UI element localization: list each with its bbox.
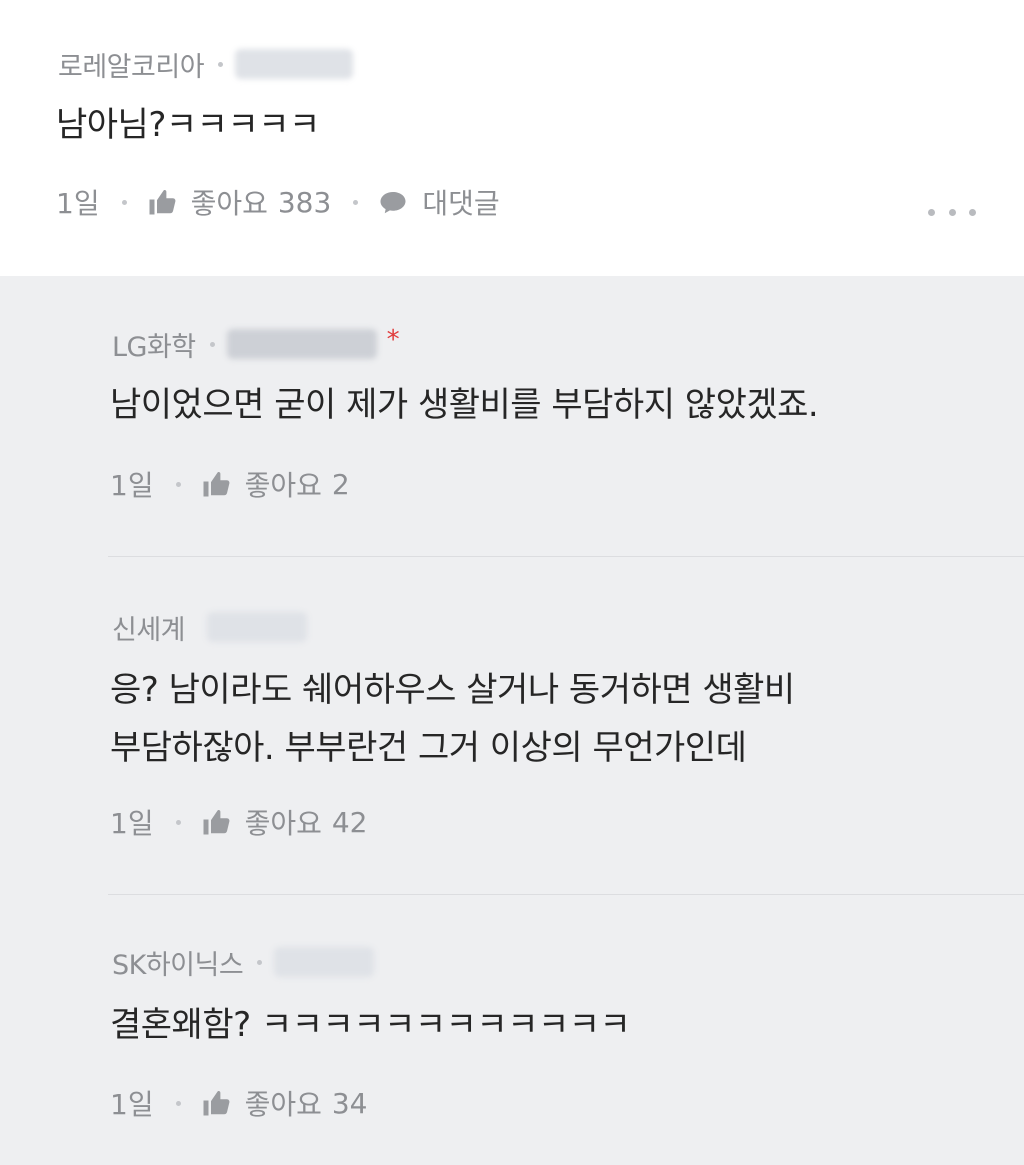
reply-body-line: 부담하잖아. 부부란건 그거 이상의 무언가인데 (110, 728, 747, 768)
reply-time: 1일 (110, 1088, 154, 1121)
comment-body: 남아님?ㅋㅋㅋㅋㅋ (56, 105, 320, 145)
author-name[interactable]: SK하이닉스 (112, 943, 244, 982)
author-name[interactable]: 로레알코리아 (58, 45, 205, 84)
blurred-nickname (207, 612, 308, 642)
thumbs-up-icon[interactable] (201, 1088, 231, 1118)
thumbs-up-icon[interactable] (201, 469, 231, 499)
like-label[interactable]: 좋아요 (191, 182, 268, 222)
like-label[interactable]: 좋아요 (245, 1083, 322, 1123)
thumbs-up-icon[interactable] (147, 187, 177, 217)
reply-body: 남이었으면 굳이 제가 생활비를 부담하지 않았겠죠. (110, 376, 819, 434)
blurred-nickname (274, 947, 375, 977)
reply-header: LG화학 * (112, 324, 400, 364)
reply-body: 응? 남이라도 쉐어하우스 살거나 동거하면 생활비 부담하잖아. 부부란건 그… (110, 661, 795, 777)
like-count: 383 (277, 185, 332, 219)
top-comment: 로레알코리아 남아님?ㅋㅋㅋㅋㅋ 1일 좋아요 383 대댓글 (0, 0, 1024, 276)
reply-body-line: 응? 남이라도 쉐어하우스 살거나 동거하면 생활비 (110, 670, 795, 710)
thumbs-up-icon[interactable] (201, 807, 231, 837)
comment-thread: 로레알코리아 남아님?ㅋㅋㅋㅋㅋ 1일 좋아요 383 대댓글 LG화학 * 남… (0, 0, 1024, 1165)
reply-header: 신세계 (112, 607, 308, 647)
author-name[interactable]: 신세계 (112, 608, 186, 647)
comment-meta: 1일 좋아요 383 대댓글 (56, 182, 500, 222)
separator-dot (121, 199, 127, 205)
more-dots-icon[interactable] (928, 200, 976, 224)
reply-header: SK하이닉스 (112, 942, 375, 982)
like-count: 2 (331, 467, 350, 501)
comment-header: 로레알코리아 (58, 44, 354, 84)
reply-body-line: 결혼왜함? ㅋㅋㅋㅋㅋㅋㅋㅋㅋㅋㅋㅋ (110, 1005, 631, 1045)
author-name[interactable]: LG화학 (112, 325, 196, 364)
separator-dot (175, 1100, 181, 1106)
separator-dot (209, 341, 215, 347)
separator-dot (353, 199, 359, 205)
separator-dot (175, 819, 181, 825)
like-count: 42 (331, 805, 368, 839)
reply-body-line: 남이었으면 굳이 제가 생활비를 부담하지 않았겠죠. (110, 385, 819, 425)
separator-dot (218, 61, 224, 67)
separator-dot (257, 959, 263, 965)
reply-divider (108, 556, 1024, 557)
reply-meta: 1일 좋아요 2 (110, 464, 350, 504)
speech-bubble-icon[interactable] (378, 187, 408, 217)
comment-time: 1일 (56, 187, 100, 220)
reply-time: 1일 (110, 469, 154, 502)
like-label[interactable]: 좋아요 (245, 802, 322, 842)
blurred-nickname (226, 329, 377, 359)
separator-dot (175, 481, 181, 487)
like-label[interactable]: 좋아요 (245, 464, 322, 504)
reply-meta: 1일 좋아요 34 (110, 1083, 368, 1123)
reply-divider (108, 894, 1024, 895)
reply-time: 1일 (110, 807, 154, 840)
reply-body: 결혼왜함? ㅋㅋㅋㅋㅋㅋㅋㅋㅋㅋㅋㅋ (110, 996, 631, 1054)
reply-list: LG화학 * 남이었으면 굳이 제가 생활비를 부담하지 않았겠죠. 1일 좋아… (0, 276, 1024, 1165)
reply-button[interactable]: 대댓글 (422, 182, 499, 222)
blurred-nickname (235, 49, 354, 79)
like-count: 34 (331, 1086, 368, 1120)
reply-meta: 1일 좋아요 42 (110, 802, 368, 842)
author-flag: * (386, 325, 400, 355)
